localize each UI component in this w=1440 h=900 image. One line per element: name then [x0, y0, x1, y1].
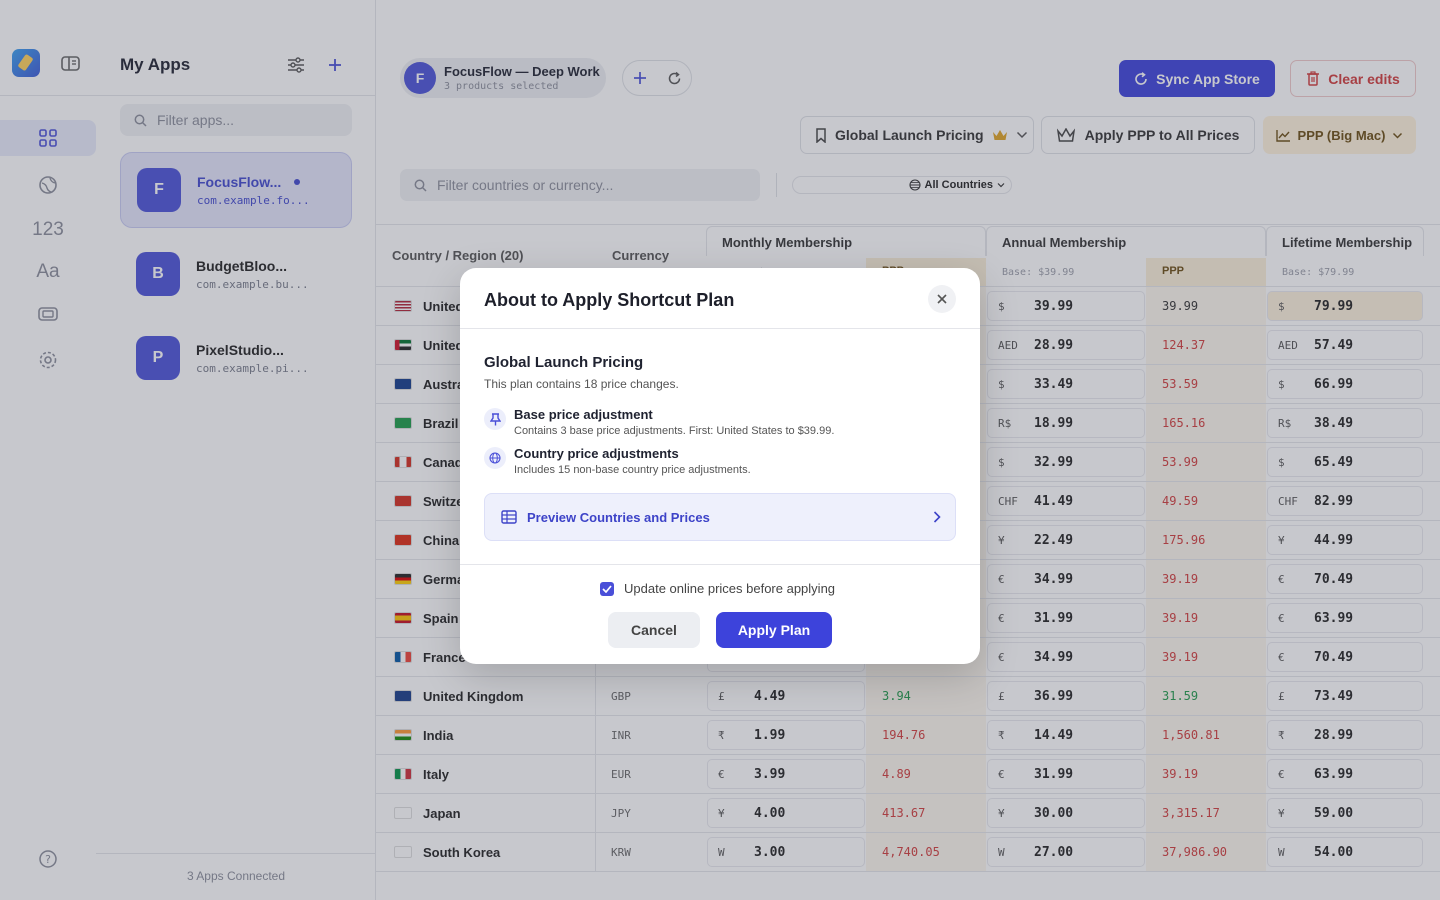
- base-adjustment-title: Base price adjustment: [514, 407, 653, 422]
- plan-description: This plan contains 18 price changes.: [484, 377, 679, 391]
- table-icon: [501, 510, 517, 524]
- modal-header-divider: [460, 328, 980, 329]
- preview-label: Preview Countries and Prices: [527, 509, 710, 525]
- globe-icon: [484, 447, 506, 469]
- apply-plan-button[interactable]: Apply Plan: [716, 612, 832, 648]
- country-adjustment-title: Country price adjustments: [514, 446, 679, 461]
- checkmark-icon: [602, 584, 612, 593]
- modal-title: About to Apply Shortcut Plan: [484, 290, 735, 310]
- close-icon: [937, 294, 947, 304]
- country-adjustment-desc: Includes 15 non-base country price adjus…: [514, 464, 751, 476]
- apply-plan-modal: About to Apply Shortcut Plan Global Laun…: [460, 268, 980, 664]
- cancel-button[interactable]: Cancel: [608, 612, 700, 648]
- preview-countries-button[interactable]: Preview Countries and Prices: [484, 493, 956, 541]
- pin-icon: [484, 408, 506, 430]
- update-online-prices-checkbox[interactable]: [600, 581, 614, 596]
- plan-name: Global Launch Pricing: [484, 354, 644, 371]
- close-button[interactable]: [928, 285, 956, 313]
- chevron-right-icon: [933, 511, 941, 523]
- update-online-prices-row: Update online prices before applying: [600, 581, 835, 596]
- base-adjustment-desc: Contains 3 base price adjustments. First…: [514, 425, 835, 437]
- modal-footer-divider: [460, 564, 980, 565]
- update-online-prices-label: Update online prices before applying: [624, 581, 836, 596]
